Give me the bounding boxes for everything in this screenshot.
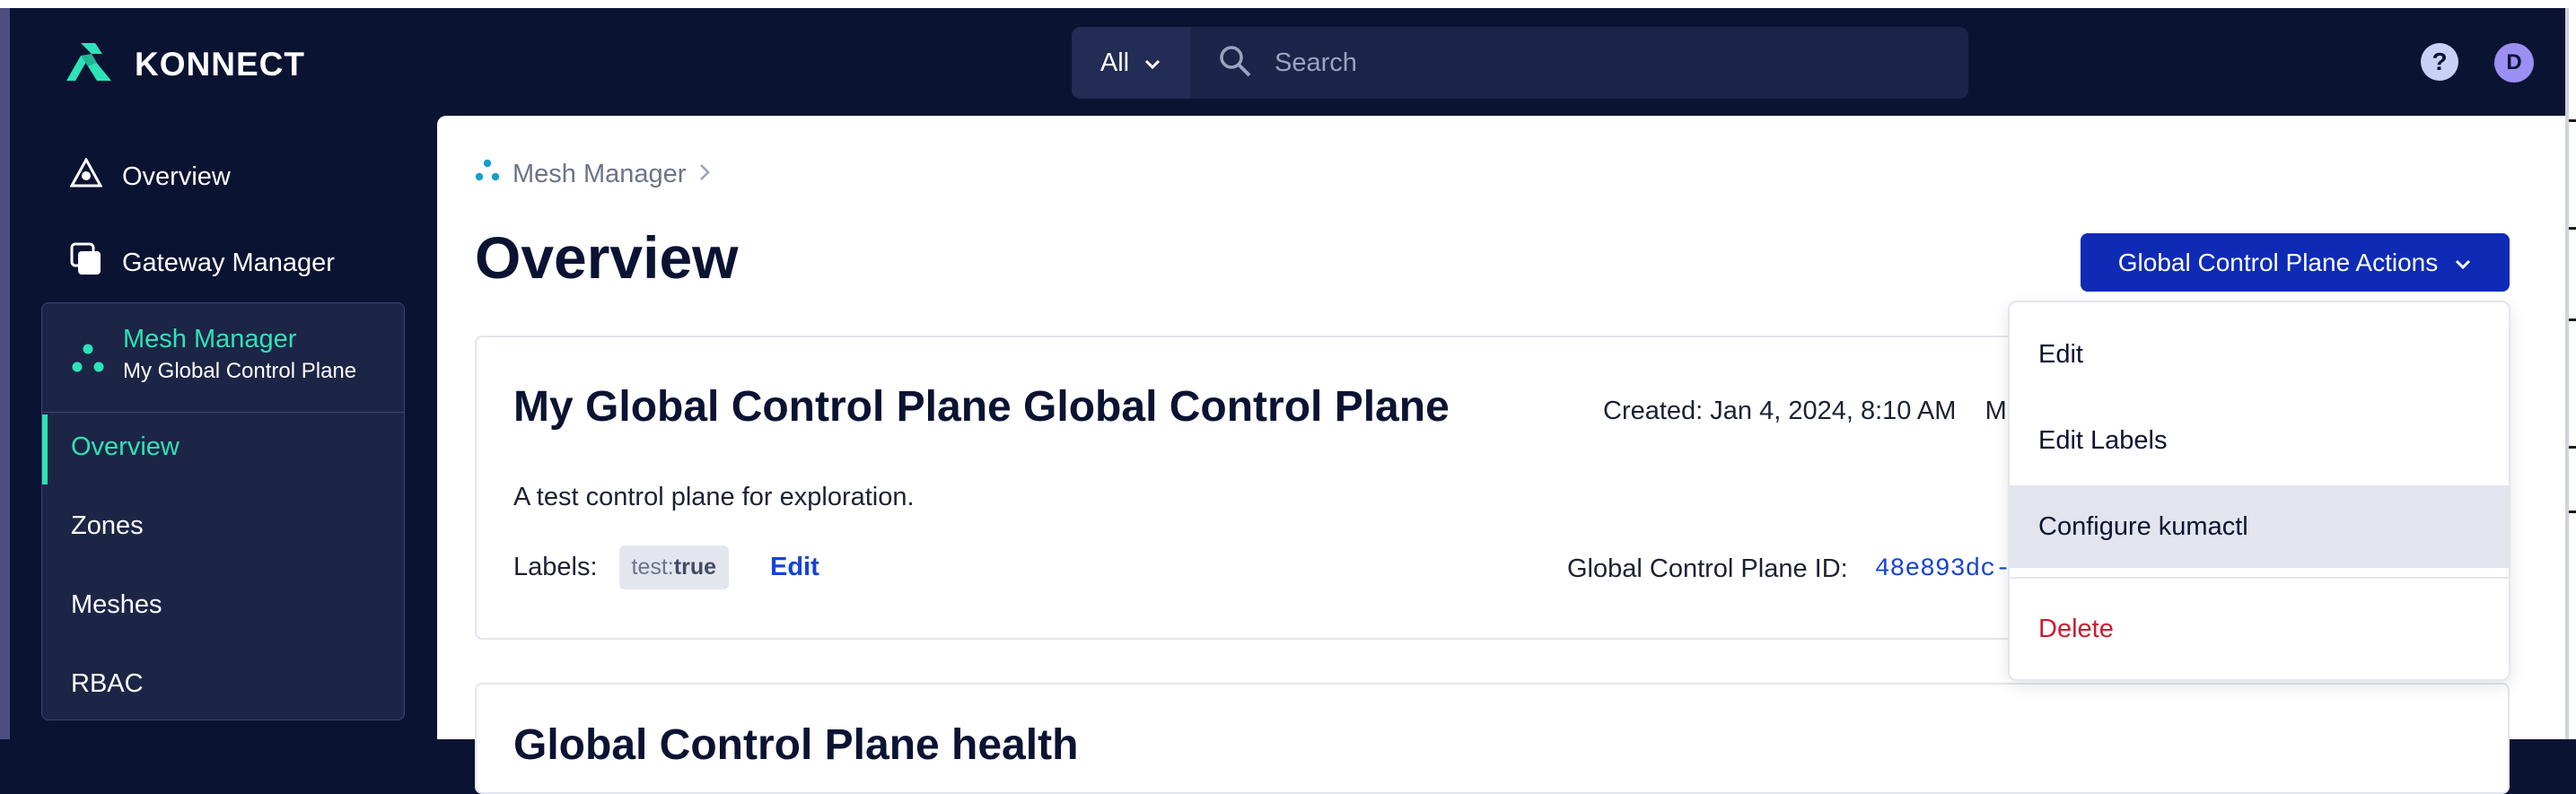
window-left-edge — [0, 8, 10, 739]
label-tag-value: true — [673, 554, 716, 580]
konnect-logo-icon — [61, 39, 117, 89]
control-plane-id-row: Global Control Plane ID: 48e893dc- — [1567, 554, 2011, 584]
mesh-manager-title: Mesh Manager — [123, 325, 297, 353]
menu-item-configure-kumactl[interactable]: Configure kumactl — [2010, 485, 2509, 568]
health-card-title: Global Control Plane health — [513, 721, 1079, 769]
edit-labels-link[interactable]: Edit — [770, 553, 819, 582]
menu-item-delete[interactable]: Delete — [2010, 588, 2509, 670]
mesh-manager-subtitle: My Global Control Plane — [123, 359, 357, 383]
global-search: All — [1072, 27, 1968, 99]
chevron-down-icon — [1143, 48, 1161, 78]
sidebar-mesh-manager-group: Mesh Manager My Global Control Plane Ove… — [41, 302, 405, 720]
card-description: A test control plane for exploration. — [513, 483, 915, 511]
sidebar-subitem-rbac[interactable]: RBAC — [71, 669, 144, 699]
id-label: Global Control Plane ID: — [1567, 554, 1848, 583]
sidebar-item-overview[interactable]: Overview — [69, 156, 231, 196]
card-title: My Global Control Plane Global Control P… — [513, 383, 1450, 431]
breadcrumb-link-mesh-manager[interactable]: Mesh Manager — [513, 160, 686, 189]
sidebar-item-label: Overview — [122, 161, 231, 191]
sidebar-item-mesh-manager[interactable]: Mesh Manager My Global Control Plane — [71, 323, 356, 388]
search-icon — [1217, 43, 1253, 83]
user-avatar[interactable]: D — [2494, 43, 2534, 83]
actions-dropdown-menu: Edit Edit Labels Configure kumactl Delet… — [2008, 301, 2510, 681]
mesh-dots-icon — [475, 159, 500, 189]
label-tag: test:true — [618, 545, 729, 589]
actions-button-label: Global Control Plane Actions — [2117, 248, 2439, 276]
sidebar-subitem-overview[interactable]: Overview — [71, 432, 180, 462]
browser-top-strip — [0, 0, 2576, 8]
chevron-down-icon — [2454, 249, 2472, 277]
active-indicator — [42, 414, 48, 484]
menu-item-edit-labels[interactable]: Edit Labels — [2010, 399, 2509, 482]
scrollbar-tick — [2569, 446, 2576, 449]
menu-divider — [2010, 577, 2509, 579]
scrollbar-tick — [2569, 227, 2576, 230]
created-trailing-text: M — [1985, 397, 2007, 425]
page-title: Overview — [475, 224, 739, 291]
divider — [42, 412, 404, 413]
scrollbar-tick — [2569, 510, 2576, 513]
konnect-logo[interactable]: KONNECT — [61, 39, 305, 89]
search-filter-dropdown[interactable]: All — [1072, 27, 1190, 99]
page-scrollbar[interactable] — [2565, 8, 2576, 739]
chevron-right-icon — [698, 160, 711, 189]
scrollbar-track[interactable] — [2565, 8, 2569, 739]
health-card: Global Control Plane health — [475, 683, 2510, 794]
sidebar-subitem-meshes[interactable]: Meshes — [71, 590, 162, 620]
brand-name: KONNECT — [135, 45, 305, 83]
breadcrumb: Mesh Manager — [475, 159, 711, 189]
global-control-plane-actions-button[interactable]: Global Control Plane Actions — [2081, 233, 2510, 292]
overview-triangle-icon — [69, 156, 103, 196]
label-tag-key: test: — [631, 554, 674, 580]
scrollbar-tick — [2569, 119, 2576, 122]
sidebar-item-label: Gateway Manager — [122, 248, 335, 277]
search-field[interactable] — [1190, 27, 1968, 99]
sidebar-subitem-zones[interactable]: Zones — [71, 511, 144, 541]
mesh-dots-icon — [71, 343, 105, 378]
sidebar-item-gateway-manager[interactable]: Gateway Manager — [70, 242, 335, 284]
gateway-stack-icon — [70, 242, 102, 284]
labels-label: Labels: — [513, 553, 598, 581]
created-text: Created: Jan 4, 2024, 8:10 AM — [1603, 397, 1957, 425]
search-filter-value: All — [1100, 48, 1130, 77]
scrollbar-tick — [2569, 318, 2576, 321]
search-input[interactable] — [1273, 47, 1958, 79]
help-icon[interactable]: ? — [2421, 43, 2458, 81]
control-plane-id-value[interactable]: 48e893dc- — [1875, 555, 2011, 583]
menu-item-edit[interactable]: Edit — [2010, 313, 2509, 396]
created-timestamp: Created: Jan 4, 2024, 8:10 AM M — [1603, 397, 2007, 426]
labels-row: Labels: test:true Edit — [513, 545, 819, 589]
